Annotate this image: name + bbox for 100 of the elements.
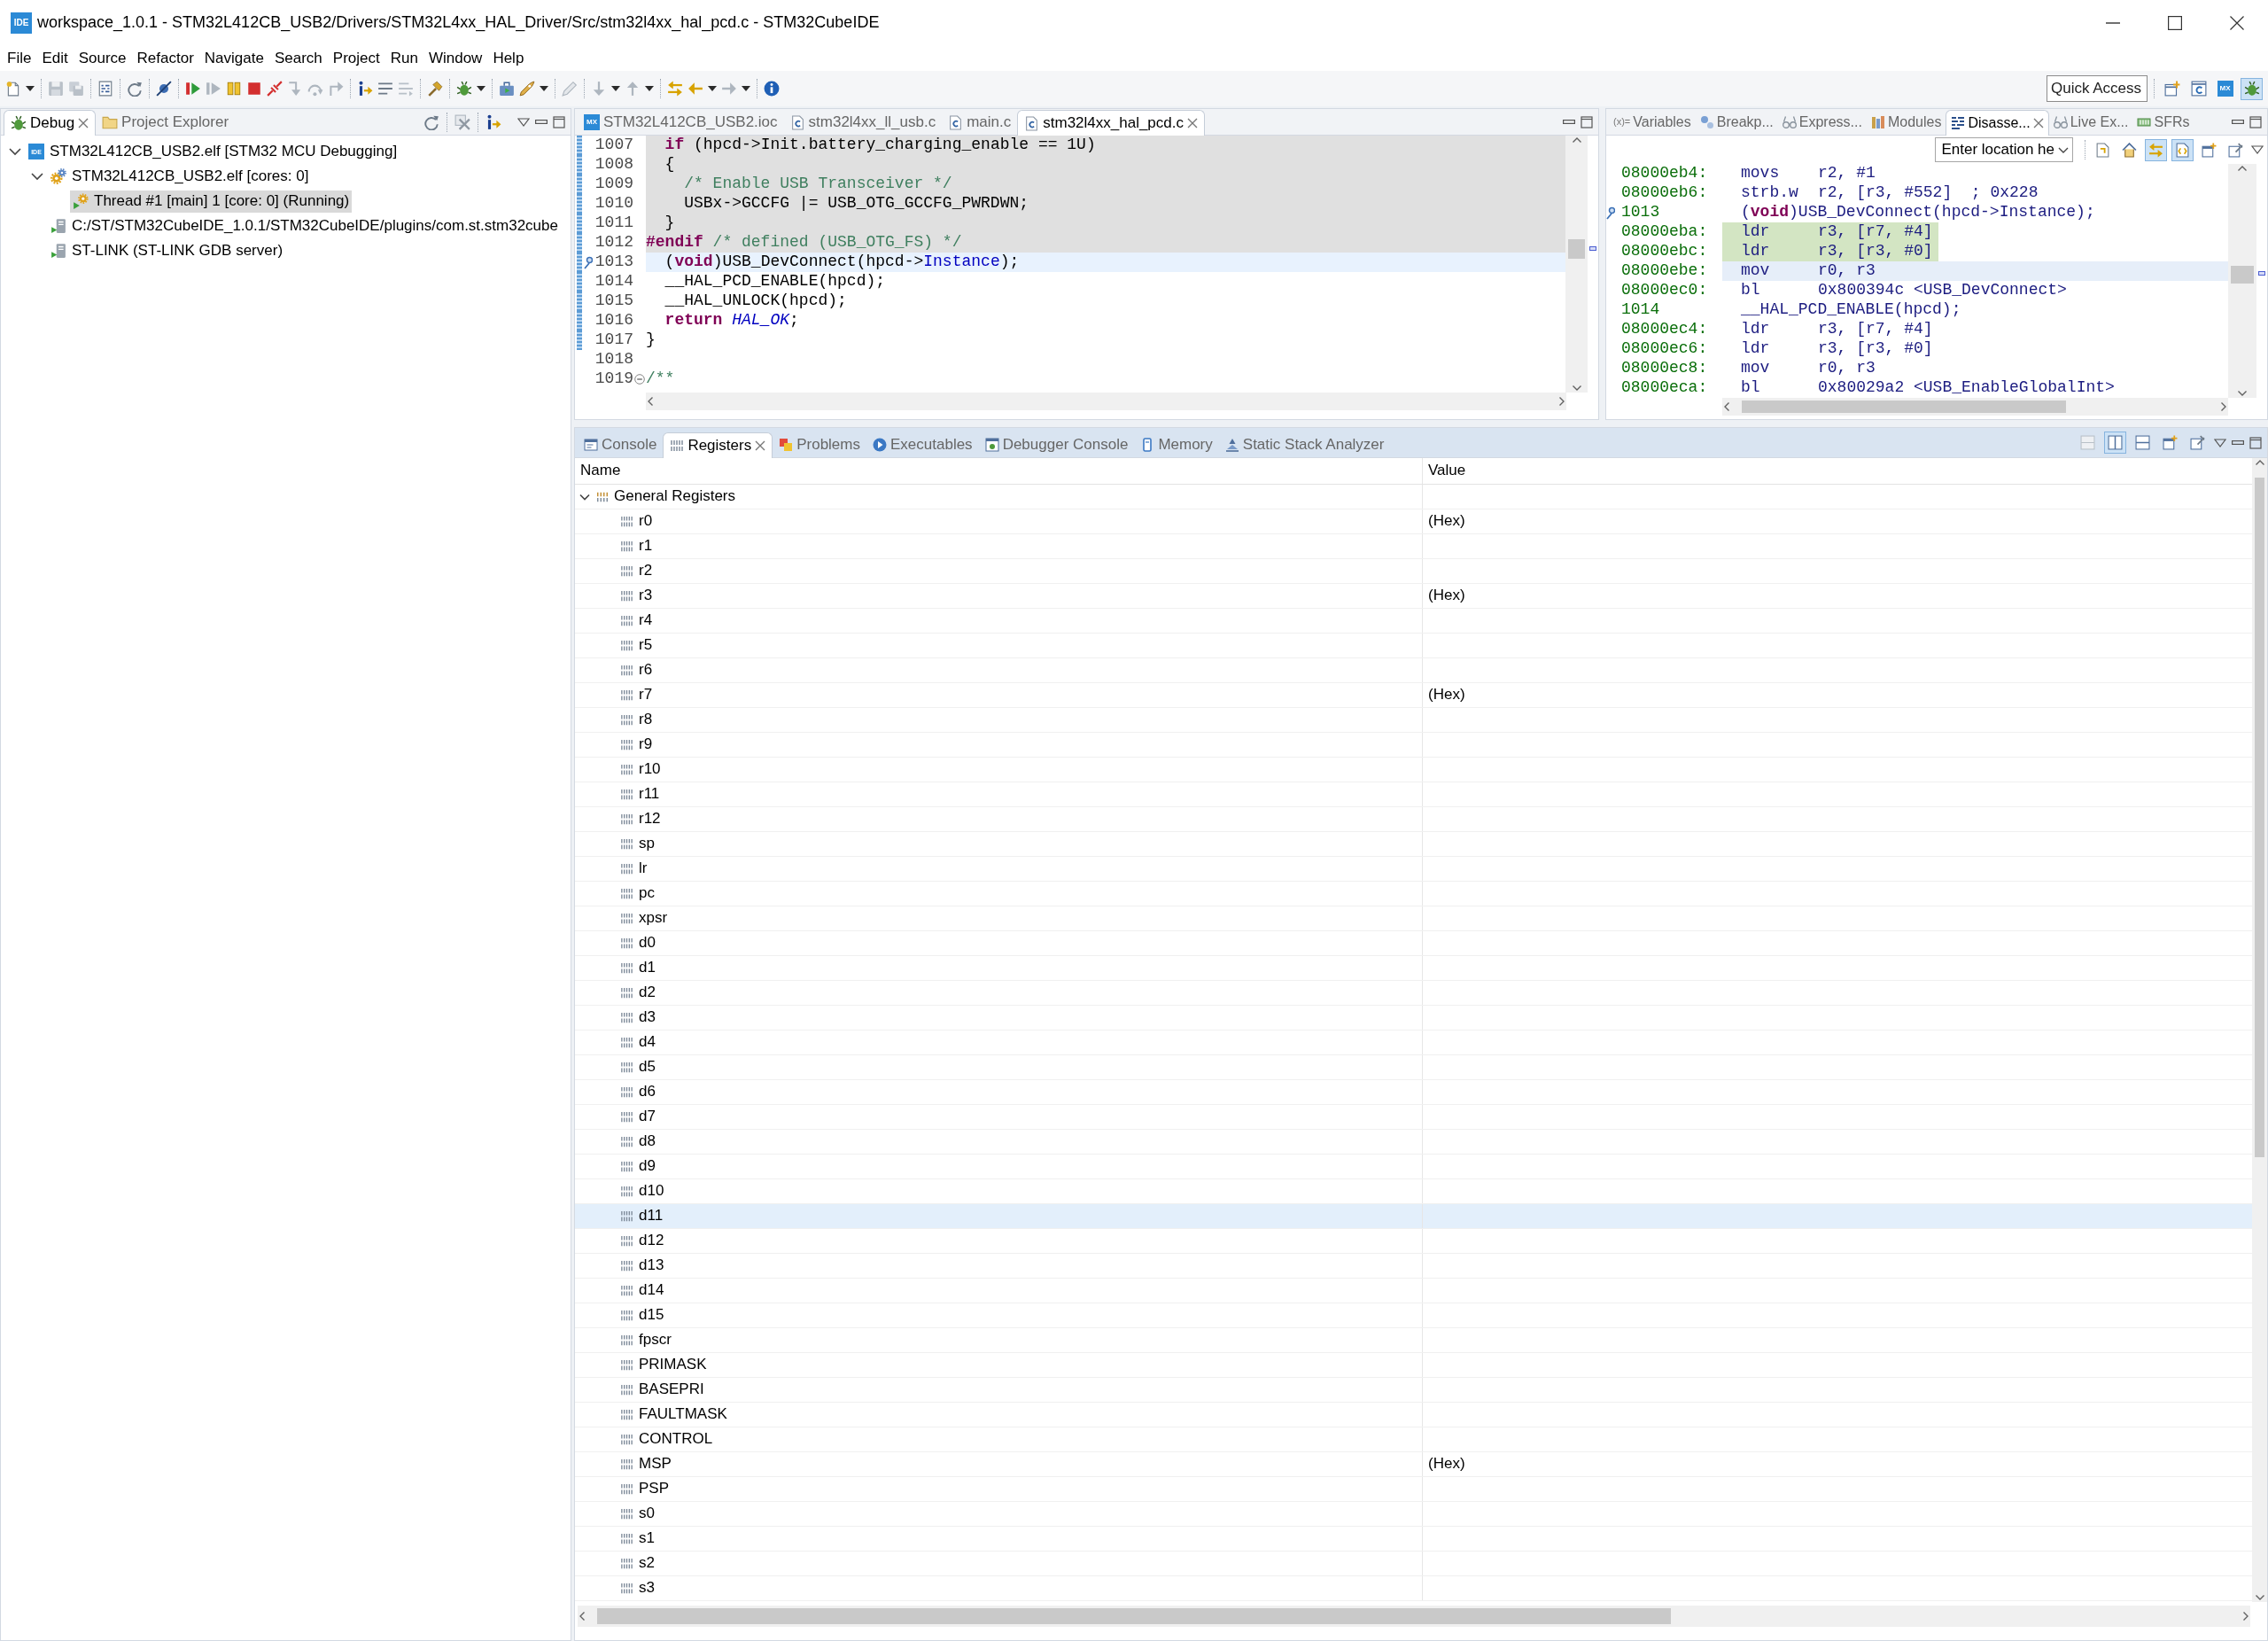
register-row[interactable]: r4 <box>575 609 2252 634</box>
register-row[interactable]: d9 <box>575 1155 2252 1179</box>
skip-breakpoints-icon[interactable] <box>156 81 172 97</box>
instruction-stepping-icon[interactable] <box>357 81 373 97</box>
view-tab[interactable]: Breakp... <box>1695 110 1778 135</box>
register-row[interactable]: r9 <box>575 733 2252 758</box>
minimize-icon[interactable] <box>1563 120 1575 124</box>
view-tab[interactable]: Express... <box>1777 110 1867 135</box>
register-row[interactable]: r6 <box>575 658 2252 683</box>
hammer-icon[interactable] <box>427 81 443 97</box>
overview-marker[interactable] <box>2258 271 2265 276</box>
editor-tab[interactable]: main.c <box>942 110 1018 135</box>
instruction-stepping-icon[interactable] <box>485 113 501 130</box>
register-row[interactable]: lr <box>575 857 2252 882</box>
register-row[interactable]: r12 <box>575 807 2252 832</box>
view-tab[interactable]: Disasse... <box>1946 110 2049 136</box>
register-row[interactable]: d2 <box>575 981 2252 1006</box>
view-tab[interactable]: Debug <box>4 110 97 136</box>
tree-item[interactable]: ST-LINK (ST-LINK GDB server) <box>48 239 286 262</box>
editor-tab[interactable]: stm32l4xx_hal_pcd.c <box>1017 110 1205 136</box>
overview-marker[interactable] <box>1589 246 1596 251</box>
register-row[interactable]: PSP <box>575 1477 2252 1502</box>
view-tab[interactable]: SFRs <box>2132 110 2194 135</box>
register-row[interactable]: r1 <box>575 534 2252 559</box>
register-row[interactable]: d11 <box>575 1204 2252 1229</box>
info-icon[interactable] <box>764 81 780 97</box>
view-menu-icon[interactable] <box>2251 145 2264 154</box>
pause-icon[interactable] <box>226 81 242 97</box>
tree-item[interactable]: Thread #1 [main] 1 [core: 0] (Running) <box>70 190 353 213</box>
register-row[interactable]: xpsr <box>575 906 2252 931</box>
register-row[interactable]: d4 <box>575 1030 2252 1055</box>
menu-item[interactable]: Help <box>487 48 530 69</box>
scrollbar-thumb[interactable] <box>1568 239 1585 259</box>
register-row[interactable]: r0 (Hex) <box>575 509 2252 534</box>
view-tab[interactable]: Memory <box>1134 432 1219 457</box>
maximize-icon[interactable] <box>1581 115 1593 128</box>
register-group[interactable]: General Registers <box>614 487 735 506</box>
register-row[interactable]: d12 <box>575 1229 2252 1254</box>
close-icon[interactable] <box>755 440 766 451</box>
toggle-button[interactable] <box>2145 138 2167 161</box>
register-row[interactable]: d6 <box>575 1080 2252 1105</box>
menu-item[interactable]: Source <box>73 48 132 69</box>
editor-tab[interactable]: stm32l4xx_ll_usb.c <box>783 110 943 135</box>
list-icon[interactable] <box>377 81 393 97</box>
perspective-button[interactable] <box>2241 77 2263 100</box>
register-row[interactable]: r11 <box>575 782 2252 807</box>
register-row[interactable]: fpscr <box>575 1328 2252 1353</box>
dropdown-caret-icon[interactable] <box>540 86 548 91</box>
editor-tab[interactable]: MX STM32L412CB_USB2.ioc <box>578 110 784 135</box>
view-tab[interactable]: Console <box>578 432 664 457</box>
menu-item[interactable]: Project <box>327 48 385 69</box>
tree-item[interactable]: STM32L412CB_USB2.elf [cores: 0] <box>48 165 312 188</box>
register-row[interactable]: r2 <box>575 559 2252 584</box>
view-tab[interactable]: Registers <box>663 432 773 458</box>
column-header[interactable]: Name <box>575 458 1423 484</box>
close-icon[interactable] <box>78 118 89 128</box>
register-row[interactable]: MSP (Hex) <box>575 1452 2252 1477</box>
view-menu-icon[interactable] <box>2214 438 2226 447</box>
dropdown-caret-icon[interactable] <box>477 86 485 91</box>
column-header[interactable]: Value <box>1423 458 2252 484</box>
view-tab[interactable]: Executables <box>866 432 979 457</box>
register-row[interactable]: d14 <box>575 1279 2252 1303</box>
quick-access-field[interactable]: Quick Access <box>2047 75 2148 102</box>
scrollbar-thumb[interactable] <box>1742 401 2066 413</box>
register-row[interactable]: s3 <box>575 1576 2252 1601</box>
register-row[interactable]: d8 <box>575 1130 2252 1155</box>
document-icon[interactable] <box>97 81 113 97</box>
view-tab[interactable]: Modules <box>1866 110 1946 135</box>
close-icon[interactable] <box>2032 118 2044 128</box>
register-row[interactable]: pc <box>575 882 2252 906</box>
minimize-icon[interactable] <box>535 120 548 124</box>
scrollbar-thumb[interactable] <box>597 1608 1671 1624</box>
menu-item[interactable]: Search <box>268 48 328 69</box>
dropdown-caret-icon[interactable] <box>708 86 717 91</box>
menu-item[interactable]: Edit <box>36 48 74 69</box>
maximize-icon[interactable] <box>553 115 565 128</box>
register-row[interactable]: d0 <box>575 931 2252 956</box>
menu-item[interactable]: Refactor <box>131 48 199 69</box>
dropdown-caret-icon[interactable] <box>611 86 620 91</box>
dropdown-caret-icon[interactable] <box>645 86 654 91</box>
toggle-button[interactable] <box>2104 432 2126 454</box>
rocket-icon[interactable] <box>519 81 535 97</box>
register-row[interactable]: r8 <box>575 708 2252 733</box>
minimize-icon[interactable] <box>2232 120 2244 124</box>
register-row[interactable]: BASEPRI <box>575 1378 2252 1403</box>
view-tab[interactable]: Project Explorer <box>96 110 236 135</box>
register-row[interactable]: s0 <box>575 1502 2252 1527</box>
view-tab[interactable]: Static Stack Analyzer <box>1218 432 1391 457</box>
maximize-icon[interactable] <box>2249 115 2262 128</box>
scrollbar-thumb[interactable] <box>2255 478 2264 1157</box>
view-tab[interactable]: Problems <box>773 432 866 457</box>
close-icon[interactable] <box>1187 118 1198 128</box>
register-row[interactable]: d5 <box>575 1055 2252 1080</box>
register-row[interactable]: s2 <box>575 1552 2252 1576</box>
tree-item[interactable]: C:/ST/STM32CubeIDE_1.0.1/STM32CubeIDE/plugins/com.st.stm32cube <box>48 214 561 237</box>
register-row[interactable]: d7 <box>575 1105 2252 1130</box>
restart-icon[interactable] <box>185 81 201 97</box>
new-file-icon[interactable] <box>5 81 21 97</box>
view-tab[interactable]: (x)= Variables <box>1609 110 1696 135</box>
collapse-icon[interactable] <box>634 374 645 385</box>
